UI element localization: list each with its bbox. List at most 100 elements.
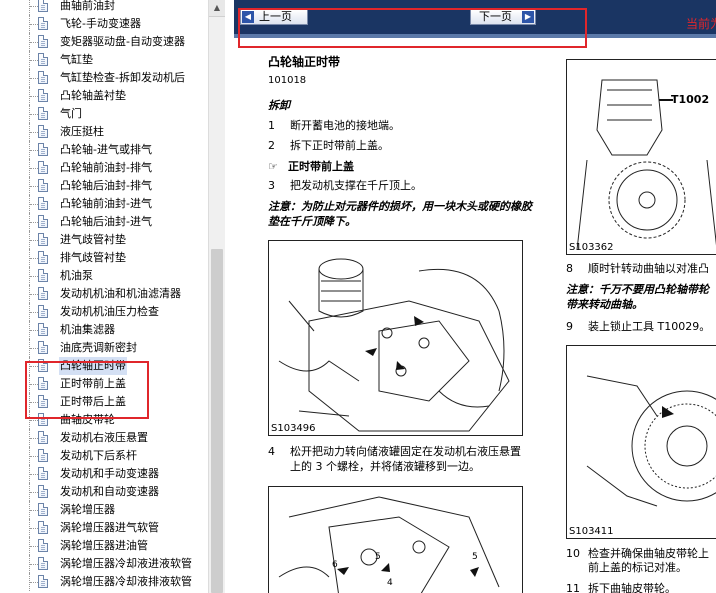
step-number: 10 (566, 547, 580, 560)
tree-connector (30, 96, 38, 97)
tree-item[interactable]: 气缸垫 (0, 51, 208, 69)
document-icon (38, 71, 48, 84)
step-number: 3 (268, 179, 275, 192)
callout-5b: 5 (472, 552, 478, 562)
document-icon (38, 449, 48, 462)
tree-connector (30, 42, 38, 43)
tree-connector (30, 330, 38, 331)
tree-connector (30, 438, 38, 439)
scroll-up-icon[interactable]: ▲ (209, 0, 225, 17)
tree-connector (30, 276, 38, 277)
tree-connector (30, 456, 38, 457)
document-icon (38, 287, 48, 300)
step-number: 2 (268, 139, 275, 152)
highlight-box-nav (238, 8, 587, 48)
tree-item-label: 变矩器驱动盘-自动变速器 (60, 35, 185, 48)
callout-6: 6 (332, 560, 338, 570)
tree-connector (30, 168, 38, 169)
tree-item[interactable]: 发动机和手动变速器 (0, 465, 208, 483)
cross-reference-text: 正时带前上盖 (288, 160, 354, 173)
tree-item[interactable]: 涡轮增压器进油管 (0, 537, 208, 555)
engine-figure-3: 6 5 4 5 (268, 486, 523, 593)
tree-item[interactable]: 发动机下后系杆 (0, 447, 208, 465)
tree-item[interactable]: 凸轮轴盖衬垫 (0, 87, 208, 105)
tree-item[interactable]: 发动机和自动变速器 (0, 483, 208, 501)
tree-item[interactable]: 排气歧管衬垫 (0, 249, 208, 267)
tree-item[interactable]: 飞轮-手动变速器 (0, 15, 208, 33)
tree-connector (30, 150, 38, 151)
tree-item[interactable]: 发动机右液压悬置 (0, 429, 208, 447)
tree-item[interactable]: 发动机机油和机油滤清器 (0, 285, 208, 303)
tree-item-label: 凸轮轴-进气或排气 (60, 143, 152, 156)
tree-item-label: 涡轮增压器冷却液排液软管 (60, 575, 192, 588)
page-info: 当前为 (686, 17, 716, 31)
document-icon (38, 575, 48, 588)
tree-item[interactable]: 气门 (0, 105, 208, 123)
document-icon (38, 89, 48, 102)
step-4-line2: 上的 3 个螺栓，并将储液罐移到一边。 (290, 460, 480, 473)
document-icon (38, 305, 48, 318)
tree-item-label: 液压挺柱 (60, 125, 104, 138)
tree-item-label: 曲轴前油封 (60, 0, 115, 12)
tree-item-label: 机油集滤器 (60, 323, 115, 336)
step-text: 装上锁止工具 T10029。 (588, 320, 711, 333)
cross-reference-link[interactable]: ☞ 正时带前上盖 (268, 160, 354, 174)
tree-item[interactable]: 油底壳调新密封 (0, 339, 208, 357)
tree-item[interactable]: 涡轮增压器冷却液进液软管 (0, 555, 208, 573)
tree-connector (30, 474, 38, 475)
tree-connector (30, 348, 38, 349)
tree-item[interactable]: 涡轮增压器冷却液排液软管 (0, 573, 208, 591)
tree-item[interactable]: 凸轮轴-进气或排气 (0, 141, 208, 159)
step-text: 顺时针转动曲轴以对准凸 (588, 262, 709, 275)
tree-item-label: 涡轮增压器 (60, 503, 115, 516)
engine-figure-1: S103496 (268, 240, 523, 436)
tree-item[interactable]: 发动机机油压力检查 (0, 303, 208, 321)
tree-item[interactable]: 凸轮轴前油封-进气 (0, 195, 208, 213)
tree-connector (30, 24, 38, 25)
tree-item[interactable]: 凸轮轴后油封-进气 (0, 213, 208, 231)
step-text: 拆下正时带前上盖。 (290, 139, 389, 152)
tree-connector (30, 258, 38, 259)
step-text: 拆下曲轴皮带轮。 (588, 582, 676, 593)
tree-item[interactable]: 涡轮增压器 (0, 501, 208, 519)
document-icon (38, 431, 48, 444)
tool-label: T1002 (671, 93, 710, 106)
tree-item-label: 发动机下后系杆 (60, 449, 137, 462)
scroll-thumb[interactable] (211, 249, 223, 593)
tree-item[interactable]: 凸轮轴前油封-排气 (0, 159, 208, 177)
step-4-line1: 4 松开把动力转向储液罐固定在发动机右液压悬置 (268, 445, 521, 459)
document-icon (38, 197, 48, 210)
caution-note-line2: 垫在千斤顶降下。 (268, 215, 356, 228)
tree-item-label: 气缸垫 (60, 53, 93, 66)
tree-item-label: 机油泵 (60, 269, 93, 282)
tree-item-label: 气缸垫检查-拆卸发动机后 (60, 71, 185, 84)
tree-item[interactable]: 气缸垫检查-拆卸发动机后 (0, 69, 208, 87)
tree-item-label: 进气歧管衬垫 (60, 233, 126, 246)
figure-4-caption: S103411 (569, 526, 614, 537)
tree-item-label: 发动机机油压力检查 (60, 305, 159, 318)
tree-item[interactable]: 涡轮增压器进气软管 (0, 519, 208, 537)
tree-item[interactable]: 凸轮轴后油封-排气 (0, 177, 208, 195)
document-icon (38, 341, 48, 354)
crankshaft-pulley-drawing (586, 375, 716, 507)
document-icon (38, 17, 48, 30)
step-10-line2: 前上盖的标记对准。 (588, 561, 687, 574)
tree-item[interactable]: 变矩器驱动盘-自动变速器 (0, 33, 208, 51)
tree-item[interactable]: 液压挺柱 (0, 123, 208, 141)
tree-connector (30, 6, 38, 7)
step-10-line1: 10 检查并确保曲轴皮带轮上 (566, 547, 709, 561)
step-2: 2 拆下正时带前上盖。 (268, 139, 389, 153)
tree-connector (30, 510, 38, 511)
document-icon (38, 233, 48, 246)
tree-item-label: 气门 (60, 107, 82, 120)
tree-item-label: 发动机和手动变速器 (60, 467, 159, 480)
timing-pulley-drawing (576, 79, 716, 251)
tree-item[interactable]: 曲轴前油封 (0, 0, 208, 15)
tree-scrollbar[interactable]: ▲ (208, 0, 225, 593)
tree-item-label: 排气歧管衬垫 (60, 251, 126, 264)
tree-connector (30, 132, 38, 133)
tree-item[interactable]: 机油泵 (0, 267, 208, 285)
tree-item[interactable]: 机油集滤器 (0, 321, 208, 339)
tree-list: 曲轴前油封飞轮-手动变速器变矩器驱动盘-自动变速器 气缸垫气缸垫检查-拆卸发动机后… (0, 0, 208, 591)
tree-item[interactable]: 进气歧管衬垫 (0, 231, 208, 249)
